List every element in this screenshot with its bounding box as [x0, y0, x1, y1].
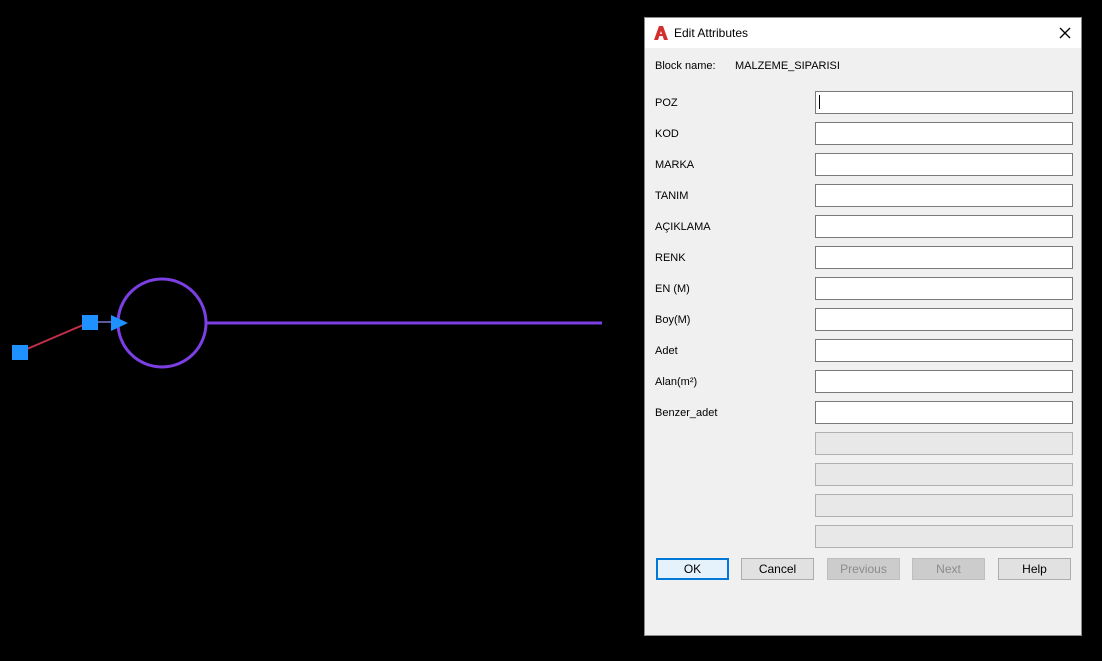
attr-input-empty-3 [815, 494, 1073, 517]
attr-label-tanim: TANIM [655, 190, 689, 202]
grip-square-1[interactable] [12, 345, 28, 360]
attr-row-empty-4 [645, 525, 1081, 548]
attr-row-renk: RENK [645, 246, 1081, 269]
block-circle[interactable] [116, 277, 208, 369]
attr-row-en: EN (M) [645, 277, 1081, 300]
attr-input-alan[interactable] [815, 370, 1073, 393]
block-name-value: MALZEME_SIPARISI [735, 60, 840, 72]
attr-label-adet: Adet [655, 345, 678, 357]
ok-button[interactable]: OK [656, 558, 729, 580]
attr-row-boy: Boy(M) [645, 308, 1081, 331]
block-name-label: Block name: [655, 60, 716, 72]
attr-input-adet[interactable] [815, 339, 1073, 362]
attr-input-marka[interactable] [815, 153, 1073, 176]
grip-square-2[interactable] [82, 315, 98, 330]
attr-input-poz[interactable] [815, 91, 1073, 114]
attr-label-kod: KOD [655, 128, 679, 140]
attr-row-kod: KOD [645, 122, 1081, 145]
next-button[interactable]: Next [912, 558, 985, 580]
attr-row-adet: Adet [645, 339, 1081, 362]
dialog-title: Edit Attributes [674, 26, 749, 40]
text-caret [819, 95, 820, 109]
attr-input-boy[interactable] [815, 308, 1073, 331]
edit-attributes-dialog: Edit Attributes Block name: MALZEME_SIPA… [644, 17, 1082, 636]
attr-label-marka: MARKA [655, 159, 695, 171]
attr-input-en[interactable] [815, 277, 1073, 300]
leader-line[interactable] [19, 321, 91, 353]
attr-row-alan: Alan(m²) [645, 370, 1081, 393]
attr-label-boy: Boy(M) [655, 314, 691, 326]
attr-label-poz: POZ [655, 97, 678, 109]
attr-row-marka: MARKA [645, 153, 1081, 176]
help-button[interactable]: Help [998, 558, 1071, 580]
attr-row-tanim: TANIM [645, 184, 1081, 207]
cancel-button[interactable]: Cancel [741, 558, 814, 580]
autocad-icon [653, 25, 669, 41]
attr-row-aciklama: AÇIKLAMA [645, 215, 1081, 238]
attr-input-empty-2 [815, 463, 1073, 486]
attr-input-aciklama[interactable] [815, 215, 1073, 238]
attr-label-renk: RENK [655, 252, 686, 264]
attr-input-empty-1 [815, 432, 1073, 455]
close-button[interactable] [1049, 18, 1081, 48]
attr-input-kod[interactable] [815, 122, 1073, 145]
attr-input-tanim[interactable] [815, 184, 1073, 207]
attr-input-empty-4 [815, 525, 1073, 548]
attr-label-aciklama: AÇIKLAMA [655, 221, 711, 233]
attr-label-alan: Alan(m²) [655, 376, 698, 388]
attr-row-benzer-adet: Benzer_adet [645, 401, 1081, 424]
attr-label-benzer-adet: Benzer_adet [655, 407, 718, 419]
title-bar[interactable]: Edit Attributes [645, 18, 1081, 48]
attr-row-empty-1 [645, 432, 1081, 455]
close-icon [1059, 27, 1071, 39]
attr-row-empty-3 [645, 494, 1081, 517]
attr-input-benzer-adet[interactable] [815, 401, 1073, 424]
attr-input-renk[interactable] [815, 246, 1073, 269]
previous-button[interactable]: Previous [827, 558, 900, 580]
attr-row-poz: POZ [645, 91, 1081, 114]
attr-label-en: EN (M) [655, 283, 690, 295]
attr-row-empty-2 [645, 463, 1081, 486]
